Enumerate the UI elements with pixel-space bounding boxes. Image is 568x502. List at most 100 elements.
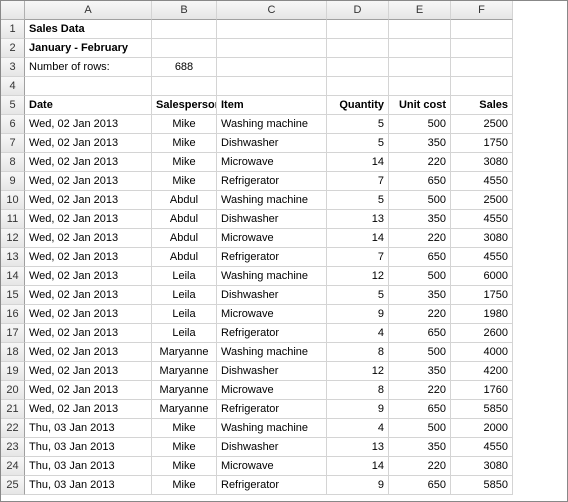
- cell-item[interactable]: Dishwasher: [217, 210, 327, 229]
- cell-unitcost[interactable]: 650: [389, 172, 451, 191]
- cell-date[interactable]: Wed, 02 Jan 2013: [25, 381, 152, 400]
- cell-salesperson[interactable]: Mike: [152, 419, 217, 438]
- cell-salesperson[interactable]: Leila: [152, 324, 217, 343]
- cell-sales[interactable]: 4550: [451, 210, 513, 229]
- cell-unitcost[interactable]: 650: [389, 476, 451, 495]
- cell-salesperson[interactable]: Abdul: [152, 191, 217, 210]
- header-unitcost[interactable]: Unit cost: [389, 96, 451, 115]
- cell-sales[interactable]: 2000: [451, 419, 513, 438]
- col-header-C[interactable]: C: [217, 1, 327, 20]
- cell-sales[interactable]: 5850: [451, 400, 513, 419]
- cell-salesperson[interactable]: Abdul: [152, 229, 217, 248]
- cell-salesperson[interactable]: Abdul: [152, 210, 217, 229]
- cell-sales[interactable]: 3080: [451, 229, 513, 248]
- cell-unitcost[interactable]: 650: [389, 248, 451, 267]
- cell-quantity[interactable]: 5: [327, 286, 389, 305]
- row-header-11[interactable]: 11: [1, 210, 25, 229]
- cell-unitcost[interactable]: 220: [389, 153, 451, 172]
- cell-quantity[interactable]: 12: [327, 362, 389, 381]
- cell-sales[interactable]: 2600: [451, 324, 513, 343]
- cell-date[interactable]: Wed, 02 Jan 2013: [25, 267, 152, 286]
- cell-unitcost[interactable]: 350: [389, 134, 451, 153]
- cell-quantity[interactable]: 9: [327, 476, 389, 495]
- cell-unitcost[interactable]: 220: [389, 457, 451, 476]
- cell-empty[interactable]: [327, 20, 389, 39]
- cell-empty[interactable]: [152, 20, 217, 39]
- cell-item[interactable]: Microwave: [217, 229, 327, 248]
- cell-title[interactable]: Sales Data: [25, 20, 152, 39]
- cell-empty[interactable]: [451, 58, 513, 77]
- row-header-3[interactable]: 3: [1, 58, 25, 77]
- cell-quantity[interactable]: 5: [327, 134, 389, 153]
- cell-item[interactable]: Microwave: [217, 153, 327, 172]
- cell-item[interactable]: Microwave: [217, 305, 327, 324]
- cell-date[interactable]: Wed, 02 Jan 2013: [25, 362, 152, 381]
- row-header-6[interactable]: 6: [1, 115, 25, 134]
- cell-empty[interactable]: [217, 20, 327, 39]
- cell-unitcost[interactable]: 220: [389, 381, 451, 400]
- cell-item[interactable]: Washing machine: [217, 267, 327, 286]
- cell-quantity[interactable]: 8: [327, 381, 389, 400]
- row-header-15[interactable]: 15: [1, 286, 25, 305]
- row-header-16[interactable]: 16: [1, 305, 25, 324]
- cell-item[interactable]: Washing machine: [217, 419, 327, 438]
- cell-empty[interactable]: [389, 39, 451, 58]
- row-header-22[interactable]: 22: [1, 419, 25, 438]
- cell-quantity[interactable]: 5: [327, 191, 389, 210]
- col-header-A[interactable]: A: [25, 1, 152, 20]
- cell-date[interactable]: Wed, 02 Jan 2013: [25, 324, 152, 343]
- row-header-21[interactable]: 21: [1, 400, 25, 419]
- cell-empty[interactable]: [327, 58, 389, 77]
- cell-quantity[interactable]: 14: [327, 229, 389, 248]
- cell-date[interactable]: Wed, 02 Jan 2013: [25, 134, 152, 153]
- cell-item[interactable]: Dishwasher: [217, 134, 327, 153]
- cell-sales[interactable]: 1750: [451, 286, 513, 305]
- cell-item[interactable]: Dishwasher: [217, 438, 327, 457]
- cell-date[interactable]: Wed, 02 Jan 2013: [25, 153, 152, 172]
- cell-item[interactable]: Washing machine: [217, 343, 327, 362]
- row-header-18[interactable]: 18: [1, 343, 25, 362]
- row-header-9[interactable]: 9: [1, 172, 25, 191]
- row-header-1[interactable]: 1: [1, 20, 25, 39]
- cell-unitcost[interactable]: 500: [389, 191, 451, 210]
- header-date[interactable]: Date: [25, 96, 152, 115]
- cell-empty[interactable]: [389, 20, 451, 39]
- row-header-20[interactable]: 20: [1, 381, 25, 400]
- cell-unitcost[interactable]: 350: [389, 362, 451, 381]
- cell-date[interactable]: Thu, 03 Jan 2013: [25, 476, 152, 495]
- cell-unitcost[interactable]: 350: [389, 438, 451, 457]
- row-header-5[interactable]: 5: [1, 96, 25, 115]
- row-header-12[interactable]: 12: [1, 229, 25, 248]
- cell-sales[interactable]: 4200: [451, 362, 513, 381]
- header-item[interactable]: Item: [217, 96, 327, 115]
- cell-quantity[interactable]: 12: [327, 267, 389, 286]
- cell-item[interactable]: Refrigerator: [217, 324, 327, 343]
- cell-salesperson[interactable]: Maryanne: [152, 400, 217, 419]
- header-salesperson[interactable]: Salesperson: [152, 96, 217, 115]
- cell-salesperson[interactable]: Maryanne: [152, 362, 217, 381]
- cell-unitcost[interactable]: 500: [389, 419, 451, 438]
- cell-unitcost[interactable]: 350: [389, 286, 451, 305]
- cell-date[interactable]: Wed, 02 Jan 2013: [25, 400, 152, 419]
- col-header-D[interactable]: D: [327, 1, 389, 20]
- cell-sales[interactable]: 1750: [451, 134, 513, 153]
- cell-unitcost[interactable]: 220: [389, 229, 451, 248]
- cell-unitcost[interactable]: 500: [389, 115, 451, 134]
- cell-salesperson[interactable]: Leila: [152, 267, 217, 286]
- cell-salesperson[interactable]: Mike: [152, 153, 217, 172]
- cell-item[interactable]: Refrigerator: [217, 476, 327, 495]
- cell-subtitle[interactable]: January - February: [25, 39, 152, 58]
- cell-salesperson[interactable]: Mike: [152, 172, 217, 191]
- row-header-2[interactable]: 2: [1, 39, 25, 58]
- cell-quantity[interactable]: 14: [327, 457, 389, 476]
- cell-item[interactable]: Refrigerator: [217, 172, 327, 191]
- cell-sales[interactable]: 4550: [451, 248, 513, 267]
- cell-unitcost[interactable]: 650: [389, 324, 451, 343]
- cell-salesperson[interactable]: Abdul: [152, 248, 217, 267]
- cell-date[interactable]: Wed, 02 Jan 2013: [25, 305, 152, 324]
- cell-empty[interactable]: [25, 77, 152, 96]
- cell-empty[interactable]: [327, 39, 389, 58]
- cell-salesperson[interactable]: Leila: [152, 286, 217, 305]
- cell-empty[interactable]: [327, 77, 389, 96]
- cell-empty[interactable]: [152, 77, 217, 96]
